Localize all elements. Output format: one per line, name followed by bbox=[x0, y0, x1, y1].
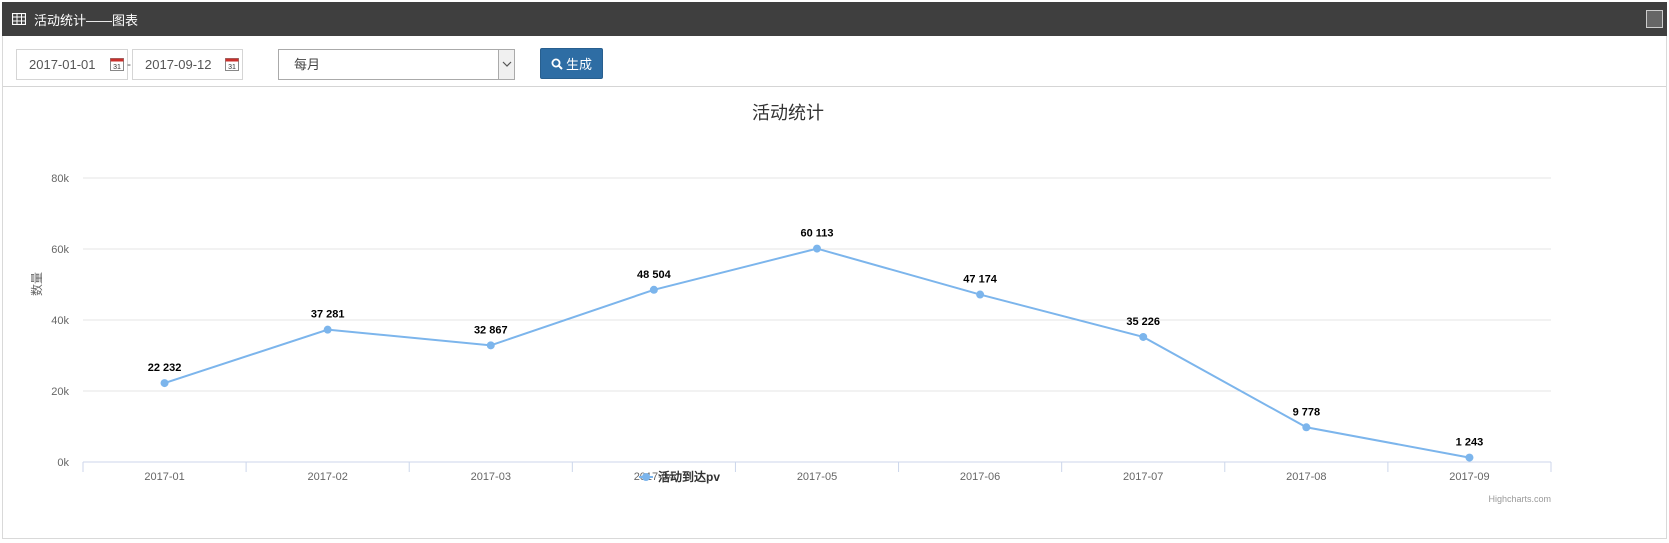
legend-marker bbox=[642, 473, 650, 481]
window-maximize-button[interactable] bbox=[1646, 10, 1663, 28]
period-select[interactable]: 每月 bbox=[278, 49, 515, 80]
y-axis-label: 数量 bbox=[29, 272, 44, 296]
start-date-value: 2017-01-01 bbox=[29, 57, 96, 72]
x-tick-label: 2017-08 bbox=[1286, 471, 1326, 483]
data-point[interactable] bbox=[160, 379, 169, 388]
table-icon bbox=[12, 13, 26, 25]
chart-title: 活动统计 bbox=[752, 103, 824, 123]
chevron-down-icon bbox=[502, 61, 512, 67]
data-point[interactable] bbox=[1139, 332, 1148, 341]
x-tick-label: 2017-03 bbox=[471, 471, 511, 483]
data-point[interactable] bbox=[1465, 453, 1474, 462]
x-tick-label: 2017-01 bbox=[144, 471, 184, 483]
calendar-icon[interactable]: 31 bbox=[110, 57, 124, 71]
x-tick-label: 2017-09 bbox=[1449, 471, 1489, 483]
main-panel: 2017-01-01 31 - 2017-09-12 31 每月 生成 活动统计… bbox=[2, 36, 1667, 539]
data-label: 32 867 bbox=[474, 324, 508, 336]
filter-toolbar: 2017-01-01 31 - 2017-09-12 31 每月 生成 bbox=[3, 36, 1666, 87]
window-title: 活动统计——图表 bbox=[34, 12, 139, 28]
y-tick-label: 20k bbox=[51, 386, 69, 398]
data-point[interactable] bbox=[486, 341, 495, 350]
series-line bbox=[164, 247, 1470, 459]
x-tick-label: 2017-07 bbox=[1123, 471, 1163, 483]
end-date-value: 2017-09-12 bbox=[145, 57, 212, 72]
data-point[interactable] bbox=[323, 325, 332, 334]
data-point[interactable] bbox=[649, 285, 658, 294]
y-tick-label: 80k bbox=[51, 173, 69, 185]
window-titlebar: 活动统计——图表 bbox=[2, 2, 1667, 36]
data-label: 60 113 bbox=[800, 228, 833, 240]
data-label: 22 232 bbox=[148, 362, 182, 374]
data-point[interactable] bbox=[1302, 423, 1311, 432]
line-chart: 活动统计 0k 20k 40k 60k 80k 数量 2017-01 2017-02 201… bbox=[29, 103, 1552, 504]
chart-credits[interactable]: Highcharts.com bbox=[1488, 494, 1551, 504]
search-icon bbox=[551, 58, 563, 70]
y-tick-label: 40k bbox=[51, 315, 69, 327]
generate-button[interactable]: 生成 bbox=[540, 48, 603, 79]
data-label: 48 504 bbox=[637, 269, 672, 281]
data-label: 1 243 bbox=[1456, 437, 1484, 449]
data-label: 37 281 bbox=[311, 309, 345, 321]
period-select-value: 每月 bbox=[294, 57, 321, 72]
date-separator: - bbox=[127, 57, 131, 71]
x-tick-label: 2017-05 bbox=[797, 471, 837, 483]
generate-label: 生成 bbox=[565, 57, 592, 72]
x-tick-label: 2017-02 bbox=[307, 471, 347, 483]
end-date-field[interactable]: 2017-09-12 31 bbox=[132, 49, 243, 80]
y-tick-label: 0k bbox=[57, 457, 69, 469]
select-arrow[interactable] bbox=[498, 50, 514, 79]
legend-label: 活动到达pv bbox=[658, 469, 720, 484]
y-tick-label: 60k bbox=[51, 244, 69, 256]
data-point[interactable] bbox=[813, 244, 821, 253]
data-point[interactable] bbox=[976, 290, 985, 299]
start-date-field[interactable]: 2017-01-01 31 bbox=[16, 49, 128, 80]
x-tick-label: 2017-06 bbox=[960, 471, 1000, 483]
calendar-icon[interactable]: 31 bbox=[225, 57, 239, 71]
svg-text:31: 31 bbox=[228, 64, 236, 71]
data-label: 35 226 bbox=[1126, 316, 1160, 328]
chart-container: 活动统计 0k 20k 40k 60k 80k 数量 2017-01 2017-02 201… bbox=[3, 88, 1668, 538]
data-label: 47 174 bbox=[963, 274, 998, 286]
svg-text:31: 31 bbox=[113, 64, 121, 71]
data-label: 9 778 bbox=[1293, 406, 1321, 418]
